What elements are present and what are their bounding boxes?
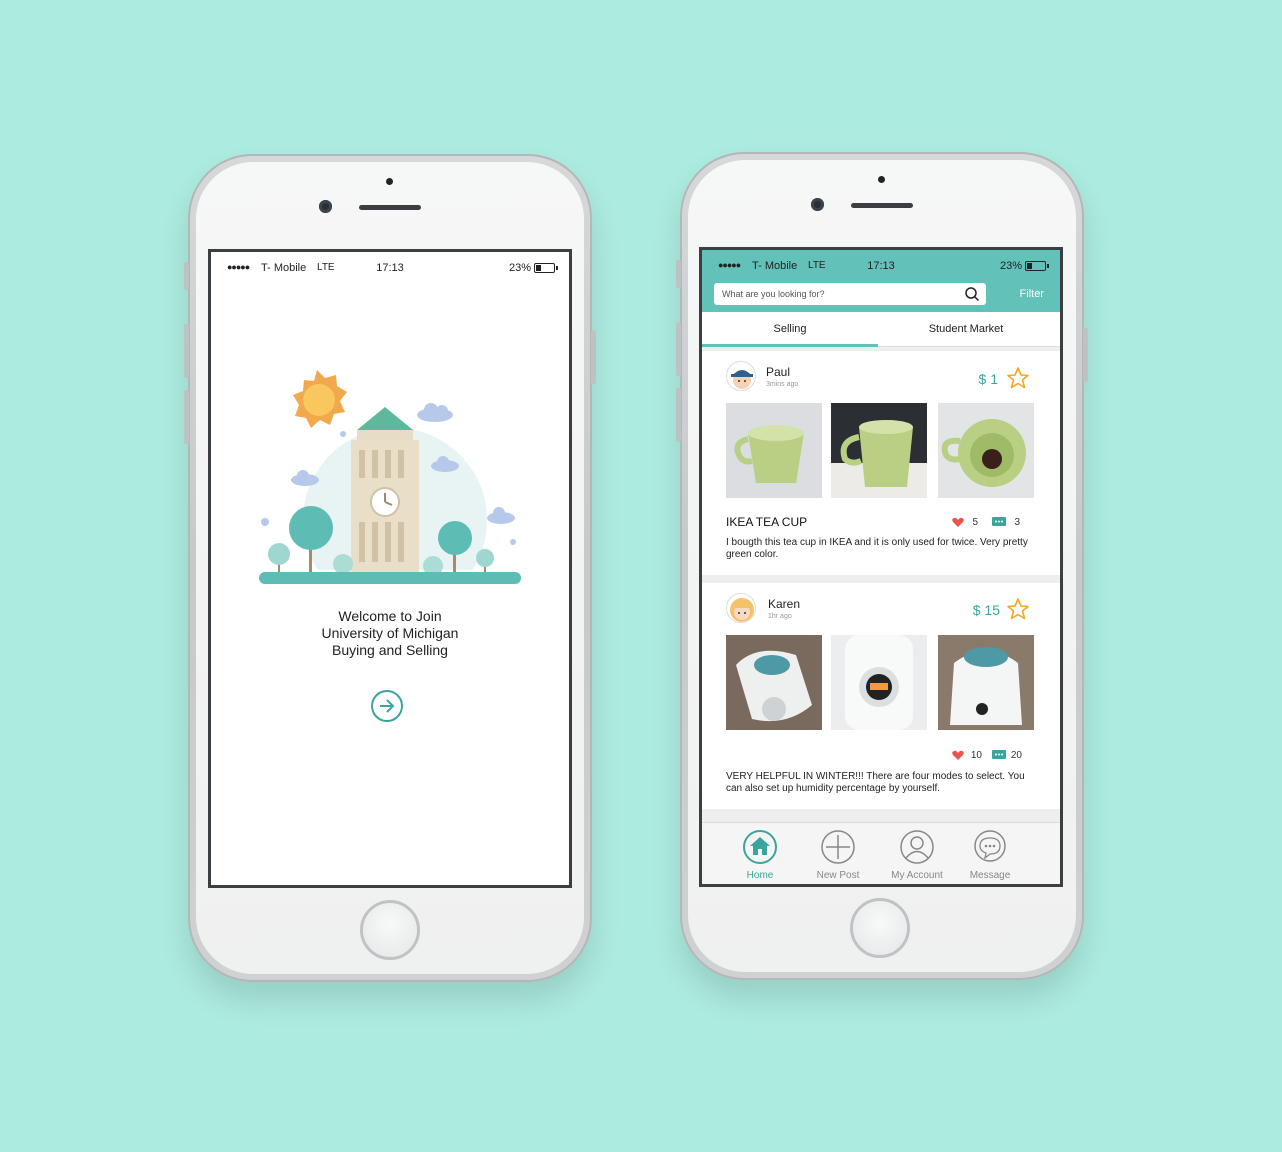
green-cup-photo <box>831 403 927 498</box>
search-input[interactable] <box>714 283 944 305</box>
phone-welcome: ●●●●● T- Mobile LTE 17:13 23% Welcome to… <box>184 154 596 982</box>
like-count: 5 <box>972 517 978 528</box>
post-photo[interactable] <box>726 635 822 730</box>
post-time: 1hr ago <box>768 613 792 620</box>
battery-percent: 23% <box>508 262 531 274</box>
home-button[interactable] <box>360 900 420 960</box>
tab-home-label: Home <box>746 870 774 881</box>
user-avatar-icon <box>731 370 753 389</box>
status-bar: ●●●●● T- Mobile LTE 17:13 23% <box>702 250 1060 280</box>
plus-circle-icon <box>821 830 855 864</box>
tab-student-market[interactable]: Student Market <box>878 312 1054 347</box>
filter-button[interactable]: Filter <box>1020 288 1044 300</box>
post-photo[interactable] <box>938 403 1034 498</box>
phone-face: ●●●●● T- Mobile LTE 17:13 23% Welcome to… <box>196 162 584 974</box>
humidifier-photo <box>831 635 927 730</box>
tab-selling[interactable]: Selling <box>702 312 878 347</box>
tower-icon <box>351 407 419 573</box>
marketplace-screen: ●●●●● T- Mobile LTE 17:13 23% Filter <box>699 247 1063 887</box>
post-photo[interactable] <box>938 635 1034 730</box>
search-icon[interactable] <box>964 286 980 302</box>
post-username: Paul <box>766 365 791 379</box>
earpiece-speaker <box>851 203 913 208</box>
tab-new-post[interactable]: New Post <box>803 829 873 881</box>
comment-count: 20 <box>1010 750 1022 761</box>
tab-home[interactable]: Home <box>725 829 795 881</box>
post-card[interactable]: Paul 3mins ago $ 1 IKEA TEA CUP 5 3 I bo… <box>702 351 1060 575</box>
welcome-line-1: Welcome to Join <box>338 608 442 624</box>
earpiece-speaker <box>359 205 421 210</box>
campus-tower-illustration <box>255 370 525 600</box>
mute-switch <box>676 260 681 288</box>
next-button[interactable] <box>371 690 403 722</box>
user-avatar-icon <box>730 598 754 622</box>
post-description: I bougth this tea cup in IKEA and it is … <box>726 537 1028 560</box>
battery-icon <box>534 263 558 273</box>
arrow-right-icon <box>380 699 395 713</box>
proximity-sensor <box>878 176 885 183</box>
battery-icon <box>1025 261 1049 271</box>
volume-down-button <box>184 390 189 444</box>
front-camera <box>319 200 332 213</box>
post-time: 3mins ago <box>766 381 799 388</box>
post-description: VERY HELPFUL IN WINTER!!! There are four… <box>726 771 1025 794</box>
post-feed: Paul 3mins ago $ 1 IKEA TEA CUP 5 3 I bo… <box>702 347 1060 824</box>
battery-percent: 23% <box>999 260 1022 272</box>
volume-up-button <box>184 324 189 378</box>
tab-new-post-label: New Post <box>816 870 860 881</box>
post-photo[interactable] <box>831 635 927 730</box>
volume-down-button <box>676 388 681 442</box>
star-icon[interactable] <box>1006 597 1030 621</box>
bottom-tab-bar: Home New Post My Account Message <box>702 822 1060 884</box>
welcome-screen: ●●●●● T- Mobile LTE 17:13 23% Welcome to… <box>208 249 572 888</box>
heart-icon[interactable] <box>952 517 964 528</box>
green-cup-photo <box>938 403 1034 498</box>
humidifier-photo <box>726 635 822 730</box>
ground <box>259 572 521 584</box>
user-icon <box>900 830 934 864</box>
like-count: 10 <box>970 750 982 761</box>
proximity-sensor <box>386 178 393 185</box>
tab-message-label: Message <box>969 870 1011 881</box>
tab-my-account-label: My Account <box>891 870 943 881</box>
welcome-line-3: Buying and Selling <box>332 642 448 658</box>
comment-icon[interactable] <box>992 750 1006 761</box>
post-price: $ 1 <box>978 371 998 387</box>
humidifier-photo <box>938 635 1034 730</box>
comment-icon[interactable] <box>992 517 1006 528</box>
star-icon[interactable] <box>1006 366 1030 390</box>
post-photo[interactable] <box>831 403 927 498</box>
home-button[interactable] <box>850 898 910 958</box>
green-cup-photo <box>726 403 822 498</box>
top-bar: ●●●●● T- Mobile LTE 17:13 23% Filter <box>702 250 1060 312</box>
status-bar: ●●●●● T- Mobile LTE 17:13 23% <box>211 252 569 282</box>
sun-icon <box>293 370 347 428</box>
chat-icon <box>974 830 1006 862</box>
avatar[interactable] <box>726 593 756 623</box>
market-tabs: Selling Student Market <box>702 312 1060 347</box>
phone-face: ●●●●● T- Mobile LTE 17:13 23% Filter <box>688 160 1076 972</box>
front-camera <box>811 198 824 211</box>
post-card[interactable]: Karen 1hr ago $ 15 10 20 VERY HELPFUL IN… <box>702 583 1060 809</box>
volume-up-button <box>676 322 681 376</box>
post-title: IKEA TEA CUP <box>726 515 808 529</box>
welcome-message: Welcome to Join University of Michigan B… <box>211 608 569 659</box>
mute-switch <box>184 262 189 290</box>
welcome-line-2: University of Michigan <box>321 625 459 641</box>
tab-my-account[interactable]: My Account <box>882 829 952 881</box>
power-button <box>1083 328 1088 382</box>
power-button <box>591 330 596 384</box>
post-username: Karen <box>768 597 801 611</box>
tab-message[interactable]: Message <box>955 829 1025 881</box>
comment-count: 3 <box>1014 517 1020 528</box>
heart-icon[interactable] <box>952 750 964 761</box>
search-bar <box>714 283 986 305</box>
home-icon <box>743 830 777 864</box>
post-photo[interactable] <box>726 403 822 498</box>
post-price: $ 15 <box>972 602 1000 618</box>
phone-marketplace: ●●●●● T- Mobile LTE 17:13 23% Filter <box>676 152 1088 980</box>
avatar[interactable] <box>726 361 756 391</box>
